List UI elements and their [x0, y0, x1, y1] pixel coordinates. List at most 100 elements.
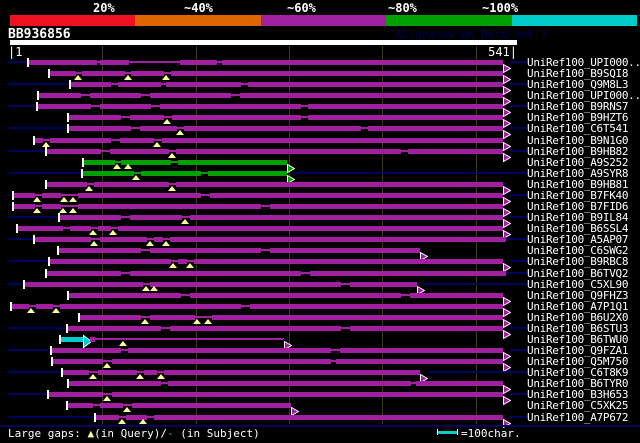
alignment-bar-segment[interactable]	[112, 358, 331, 364]
alignment-bar-segment[interactable]	[171, 70, 503, 76]
alignment-bar-segment[interactable]	[49, 258, 171, 264]
alignment-bar-segment[interactable]	[416, 380, 503, 386]
alignment-bar-segment[interactable]	[13, 203, 35, 209]
alignment-bar-segment[interactable]	[166, 81, 241, 87]
alignment-bar-segment[interactable]	[150, 281, 341, 287]
alignment-bar-segment[interactable]	[336, 358, 503, 364]
alignment-bar-segment[interactable]	[79, 314, 141, 320]
alignment-bar-segment[interactable]	[52, 358, 103, 364]
alignment-bar-segment[interactable]	[90, 92, 141, 98]
alignment-bar-segment[interactable]	[60, 303, 241, 309]
alignment-bar-segment[interactable]	[162, 137, 503, 143]
alignment-bar-segment[interactable]	[172, 114, 301, 120]
alignment-bar-segment[interactable]	[222, 59, 503, 65]
alignment-bar-segment[interactable]	[48, 391, 103, 397]
alignment-bar-segment[interactable]	[68, 292, 181, 298]
alignment-bar-segment[interactable]	[141, 170, 201, 176]
alignment-bar-segment[interactable]	[100, 236, 147, 242]
alignment-bar-segment[interactable]	[170, 236, 506, 242]
alignment-bar-segment[interactable]	[67, 402, 93, 408]
alignment-bar-segment[interactable]	[308, 103, 503, 109]
alignment-bar-segment[interactable]	[190, 292, 401, 298]
alignment-bar-segment[interactable]	[78, 203, 261, 209]
alignment-bar-segment[interactable]	[82, 170, 134, 176]
alignment-bar-segment[interactable]	[130, 114, 164, 120]
alignment-bar-segment[interactable]	[164, 369, 420, 375]
alignment-bar-segment[interactable]	[68, 114, 121, 120]
alignment-bar-segment[interactable]	[17, 225, 63, 231]
alignment-bar-segment[interactable]	[42, 192, 61, 198]
alignment-bar-segment[interactable]	[250, 303, 503, 309]
alignment-bar-segment[interactable]	[68, 380, 161, 386]
alignment-bar-segment[interactable]	[240, 92, 503, 98]
alignment-bar-segment[interactable]	[340, 347, 503, 353]
alignment-bar-segment[interactable]	[59, 214, 121, 220]
alignment-bar-segment[interactable]	[98, 369, 137, 375]
alignment-bar-segment[interactable]	[270, 247, 420, 253]
hit-label[interactable]: UniRef100_A7P672	[527, 412, 628, 423]
alignment-bar-segment[interactable]	[50, 137, 111, 143]
hit-label[interactable]: UniRef100_B9RBC8	[527, 256, 628, 267]
alignment-bar-segment[interactable]	[368, 125, 503, 131]
alignment-bar-segment[interactable]	[150, 92, 231, 98]
alignment-bar-segment[interactable]	[78, 192, 201, 198]
alignment-bar-segment[interactable]	[110, 148, 169, 154]
alignment-bar-segment[interactable]	[70, 81, 111, 87]
alignment-bar-segment[interactable]	[194, 258, 503, 264]
alignment-bar-segment[interactable]	[62, 369, 89, 375]
alignment-bar-segment[interactable]	[46, 270, 121, 276]
alignment-bar-segment[interactable]	[37, 103, 91, 109]
alignment-bar-segment[interactable]	[46, 181, 87, 187]
alignment-bar-segment[interactable]	[112, 391, 503, 397]
alignment-bar-segment[interactable]	[144, 369, 157, 375]
alignment-bar-segment[interactable]	[176, 148, 401, 154]
alignment-bar-segment[interactable]	[24, 281, 143, 287]
alignment-bar-segment[interactable]	[36, 303, 53, 309]
alignment-bar-segment[interactable]	[150, 247, 261, 253]
alignment-bar-segment[interactable]	[130, 270, 301, 276]
alignment-bar-segment[interactable]	[28, 59, 97, 65]
alignment-bar-segment[interactable]	[150, 314, 195, 320]
alignment-bar-segment[interactable]	[210, 192, 503, 198]
alignment-bar-segment[interactable]	[49, 70, 76, 76]
alignment-bar-segment[interactable]	[118, 225, 503, 231]
alignment-bar-segment[interactable]	[83, 159, 115, 165]
alignment-bar-segment[interactable]	[70, 225, 91, 231]
alignment-bar-segment[interactable]	[140, 125, 177, 131]
alignment-bar-segment[interactable]	[95, 414, 119, 420]
alignment-bar-segment[interactable]	[410, 292, 503, 298]
alignment-bar-segment[interactable]	[131, 70, 164, 76]
alignment-bar-segment[interactable]	[120, 137, 154, 143]
alignment-bar-segment[interactable]	[46, 148, 101, 154]
alignment-bar-segment[interactable]	[68, 125, 131, 131]
alignment-bar-segment[interactable]	[38, 92, 81, 98]
alignment-bar-segment[interactable]	[160, 103, 301, 109]
alignment-bar-segment[interactable]	[58, 247, 141, 253]
alignment-bar-segment[interactable]	[184, 125, 361, 131]
alignment-bar-segment[interactable]	[308, 114, 503, 120]
alignment-bar-segment[interactable]	[168, 380, 411, 386]
alignment-bar-segment[interactable]	[208, 170, 287, 176]
alignment-bar-segment[interactable]	[51, 347, 121, 353]
hit-label[interactable]: UniRef100_C6T541	[527, 123, 628, 134]
alignment-bar-segment[interactable]	[270, 203, 503, 209]
hit-label[interactable]: UniRef100_C5XK25	[527, 400, 628, 411]
alignment-bar-segment[interactable]	[100, 59, 129, 65]
alignment-bar-segment[interactable]	[190, 214, 503, 220]
alignment-bar-segment[interactable]	[90, 336, 95, 342]
alignment-bar-segment[interactable]	[154, 414, 503, 420]
alignment-bar-segment[interactable]	[128, 347, 331, 353]
alignment-bar-segment[interactable]	[130, 214, 182, 220]
alignment-bar-segment[interactable]	[176, 181, 503, 187]
alignment-bar-segment[interactable]	[100, 402, 123, 408]
alignment-bar-segment[interactable]	[350, 325, 503, 331]
alignment-bar-segment[interactable]	[178, 159, 287, 165]
alignment-bar-segment[interactable]	[118, 81, 161, 87]
alignment-bar-segment[interactable]	[82, 70, 125, 76]
alignment-bar-segment[interactable]	[34, 236, 91, 242]
alignment-bar-segment[interactable]	[248, 81, 503, 87]
alignment-bar-segment[interactable]	[310, 270, 506, 276]
alignment-bar-segment[interactable]	[100, 103, 151, 109]
alignment-bar-segment[interactable]	[60, 336, 83, 342]
alignment-bar-segment[interactable]	[94, 181, 169, 187]
